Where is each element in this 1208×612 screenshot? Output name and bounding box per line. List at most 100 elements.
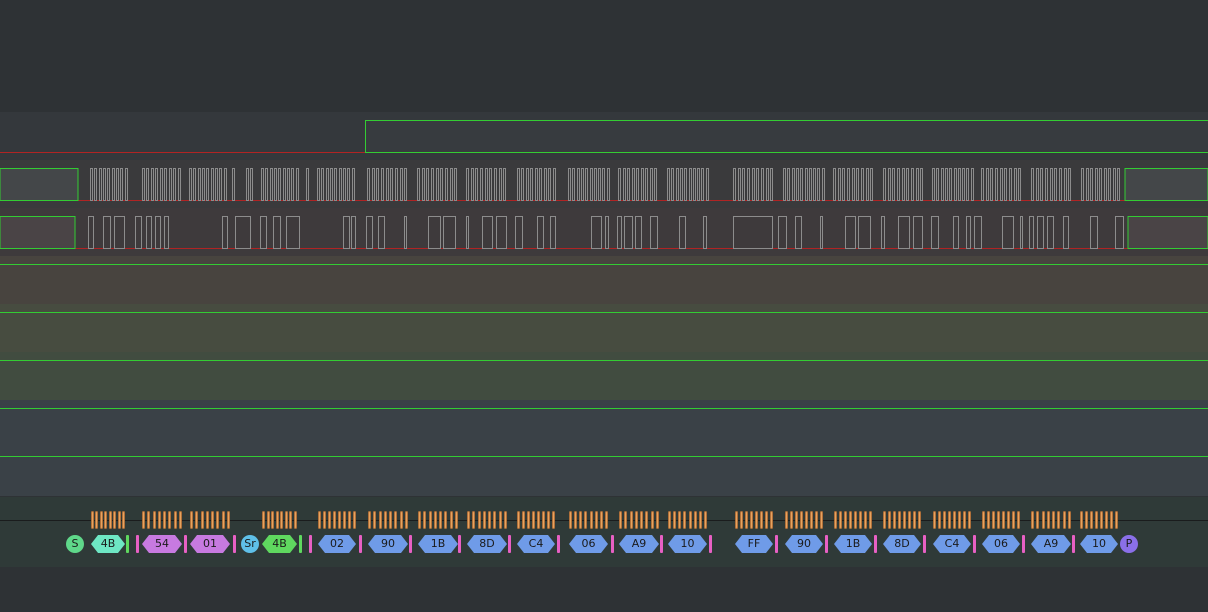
ch1-clock-pulse	[1031, 168, 1034, 201]
byte-frame[interactable]: 8D	[883, 535, 921, 553]
ch1-clock-pulse	[585, 168, 588, 201]
ch1-clock-pulse	[142, 168, 145, 201]
byte-frame[interactable]: A9	[619, 535, 659, 553]
ch2-data-pulse	[260, 216, 267, 249]
ch1-clock-pulse	[317, 168, 320, 201]
ch2-data-pulse	[650, 216, 658, 249]
byte-frame[interactable]: 90	[368, 535, 408, 553]
ch2-data-pulse	[733, 216, 773, 249]
byte-frame[interactable]: 10	[668, 535, 707, 553]
ch2-data-pulse	[1063, 216, 1069, 249]
ch1-clock-pulse	[1014, 168, 1017, 201]
byte-frame[interactable]: 4B	[262, 535, 297, 553]
ch1-clock-pulse	[847, 168, 850, 201]
ack-icon[interactable]	[184, 535, 187, 553]
ch1-clock-pulse	[966, 168, 969, 201]
ch1-clock-pulse	[701, 168, 704, 201]
ch1-clock-pulse	[544, 168, 547, 201]
bit-sample-group	[368, 511, 408, 529]
ack-icon[interactable]	[611, 535, 614, 553]
byte-frame[interactable]: 02	[318, 535, 356, 553]
byte-frame[interactable]: A9	[1031, 535, 1071, 553]
byte-frame[interactable]: 90	[785, 535, 823, 553]
bit-sample-icon	[333, 511, 336, 529]
ack-icon[interactable]	[1022, 535, 1025, 553]
bit-sample-icon	[859, 511, 862, 529]
ack-icon[interactable]	[409, 535, 412, 553]
ch1-clock-pulse	[160, 168, 163, 201]
ch1-clock-pulse	[1117, 168, 1120, 201]
byte-frame[interactable]: 1B	[834, 535, 872, 553]
ch1-clock-pulse	[164, 168, 167, 201]
ack-icon[interactable]	[508, 535, 511, 553]
ack-icon[interactable]	[299, 535, 302, 553]
ch1-clock-pulse	[641, 168, 644, 201]
ack-icon[interactable]	[233, 535, 236, 553]
ack-icon[interactable]	[923, 535, 926, 553]
ch1-clock-pulse	[766, 168, 769, 201]
bit-sample-icon	[405, 511, 408, 529]
ack-icon[interactable]	[709, 535, 712, 553]
bit-sample-icon	[353, 511, 356, 529]
ch1-clock-pulse	[1081, 168, 1084, 201]
byte-frame[interactable]: 54	[142, 535, 182, 553]
ack-icon[interactable]	[557, 535, 560, 553]
bit-sample-icon	[1110, 511, 1113, 529]
ch2-data-pulse	[1047, 216, 1054, 249]
ack-icon[interactable]	[874, 535, 877, 553]
bit-sample-icon	[810, 511, 813, 529]
byte-frame[interactable]: C4	[933, 535, 971, 553]
ch1-clock-pulse	[941, 168, 944, 201]
ch2-data-pulse	[898, 216, 910, 249]
byte-frame[interactable]: 01	[190, 535, 230, 553]
ch1-clock-pulse	[246, 168, 249, 201]
bit-sample-icon	[745, 511, 748, 529]
ack-icon[interactable]	[458, 535, 461, 553]
bit-sample-icon	[195, 511, 198, 529]
logic-analyzer-view[interactable]: S Sr P 4B 54 01 4B 02 90 1B 8D C4 06 A9 10 FF 90 1B 8D C…	[0, 0, 1208, 612]
bit-sample-icon	[423, 511, 426, 529]
byte-frame[interactable]: 4B	[91, 535, 125, 553]
bit-sample-icon	[908, 511, 911, 529]
ch2-data-pulse	[795, 216, 802, 249]
ch1-clock-pulse	[296, 168, 299, 201]
bit-sample-icon	[379, 511, 382, 529]
byte-frame[interactable]: 06	[982, 535, 1020, 553]
byte-frame[interactable]: FF	[735, 535, 773, 553]
ch1-clock-pulse	[352, 168, 355, 201]
bit-sample-icon	[635, 511, 638, 529]
byte-frame[interactable]: 1B	[418, 535, 458, 553]
decoder-track[interactable]	[0, 497, 1208, 567]
bit-sample-icon	[903, 511, 906, 529]
ack-icon[interactable]	[126, 535, 129, 553]
ch1-clock-pulse	[676, 168, 679, 201]
ack-icon[interactable]	[660, 535, 663, 553]
ch1-clock-pulse	[995, 168, 998, 201]
ack-icon[interactable]	[309, 535, 312, 553]
ack-icon[interactable]	[359, 535, 362, 553]
start-marker[interactable]: S	[66, 535, 84, 553]
ch1-clock-pulse	[866, 168, 869, 201]
ack-icon[interactable]	[136, 535, 139, 553]
ch2-data-pulse	[1029, 216, 1034, 249]
stop-marker[interactable]: P	[1120, 535, 1138, 553]
ch1-clock-pulse	[590, 168, 593, 201]
ch1-clock-pulse	[813, 168, 816, 201]
ch2-data-pulse	[88, 216, 94, 249]
ack-icon[interactable]	[1072, 535, 1075, 553]
ch1-clock-pulse	[530, 168, 533, 201]
byte-frame[interactable]: 8D	[467, 535, 507, 553]
ch1-clock-pulse	[627, 168, 630, 201]
ch2-data-pulse	[845, 216, 856, 249]
ack-icon[interactable]	[825, 535, 828, 553]
ack-icon[interactable]	[973, 535, 976, 553]
ch2-data-pulse	[1037, 216, 1044, 249]
bit-sample-icon	[1115, 511, 1118, 529]
byte-frame[interactable]: 06	[569, 535, 608, 553]
byte-frame[interactable]: 10	[1080, 535, 1118, 553]
ack-icon[interactable]	[775, 535, 778, 553]
bit-sample-icon	[893, 511, 896, 529]
bit-sample-icon	[839, 511, 842, 529]
byte-frame[interactable]: C4	[517, 535, 555, 553]
repeated-start-marker[interactable]: Sr	[241, 535, 259, 553]
